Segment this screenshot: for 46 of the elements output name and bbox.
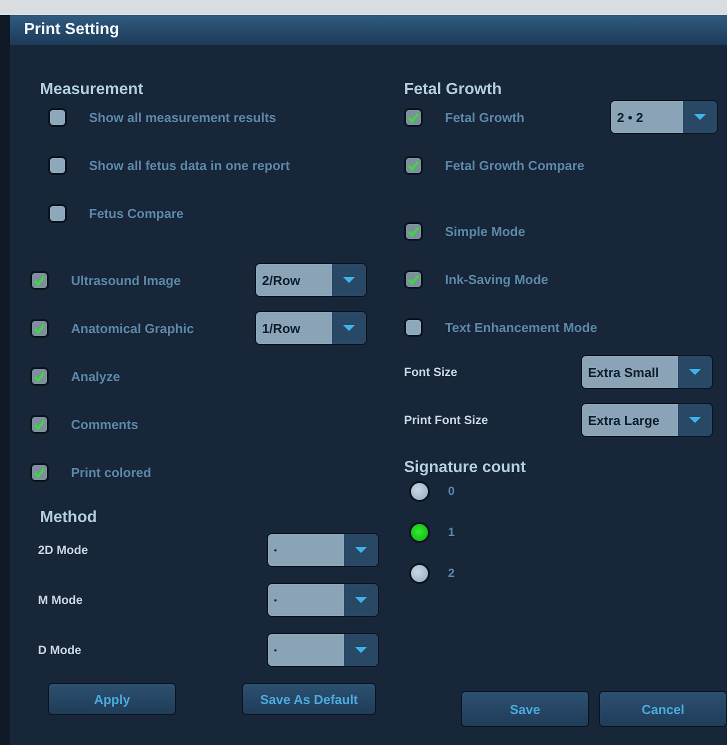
checkbox-label: Anatomical Graphic (71, 320, 195, 336)
radio-button[interactable] (411, 482, 428, 500)
section-heading: Method (39, 508, 98, 528)
radio-label: 2 (448, 566, 455, 580)
checkbox-label: Text Enhancement Mode (445, 320, 598, 334)
dialog-button[interactable]: Cancel (599, 691, 727, 727)
checkbox[interactable] (50, 158, 65, 172)
checkbox[interactable] (406, 158, 421, 172)
section-heading: Measurement (39, 80, 144, 100)
radio-button[interactable] (411, 564, 428, 582)
radio-label: 0 (448, 484, 455, 498)
checkbox[interactable] (406, 224, 421, 238)
section-heading: Signature count (403, 458, 527, 478)
checkbox[interactable] (32, 368, 47, 384)
checkbox[interactable] (50, 206, 65, 220)
checkbox-label: Fetus Compare (89, 206, 184, 220)
checkbox-label: Simple Mode (445, 224, 526, 238)
checkbox-label: Comments (71, 416, 140, 432)
checkbox[interactable] (406, 272, 421, 286)
field-label: D Mode (38, 643, 82, 657)
checkbox[interactable] (406, 320, 421, 334)
field-label: Font Size (404, 365, 458, 379)
field-label: 2D Mode (38, 543, 90, 557)
checkbox[interactable] (32, 416, 47, 432)
dialog-button[interactable]: Save (461, 691, 589, 727)
checkbox-label: Fetal Growth Compare (445, 158, 586, 172)
checkbox-label: Analyze (71, 368, 122, 384)
checkbox[interactable] (406, 110, 421, 124)
checkbox-label: Fetal Growth (445, 110, 526, 124)
checkbox-label: Ultrasound Image (71, 272, 182, 288)
checkbox[interactable] (32, 464, 47, 480)
section-heading: Fetal Growth (403, 80, 503, 100)
checkbox-label: Show all fetus data in one report (89, 158, 290, 172)
field-label: Print Font Size (404, 413, 489, 427)
checkbox[interactable] (32, 272, 47, 288)
radio-label: 1 (448, 525, 455, 539)
window-title: Print Setting (24, 21, 120, 39)
action-button[interactable]: Save As Default (242, 683, 376, 715)
action-button[interactable]: Apply (48, 683, 176, 715)
checkbox-label: Print colored (71, 464, 152, 480)
radio-button[interactable] (411, 524, 428, 540)
checkbox-label: Show all measurement results (89, 110, 276, 124)
field-label: M Mode (38, 593, 84, 607)
checkbox-label: Ink-Saving Mode (445, 272, 550, 286)
checkbox[interactable] (50, 110, 65, 124)
checkbox[interactable] (32, 320, 47, 336)
